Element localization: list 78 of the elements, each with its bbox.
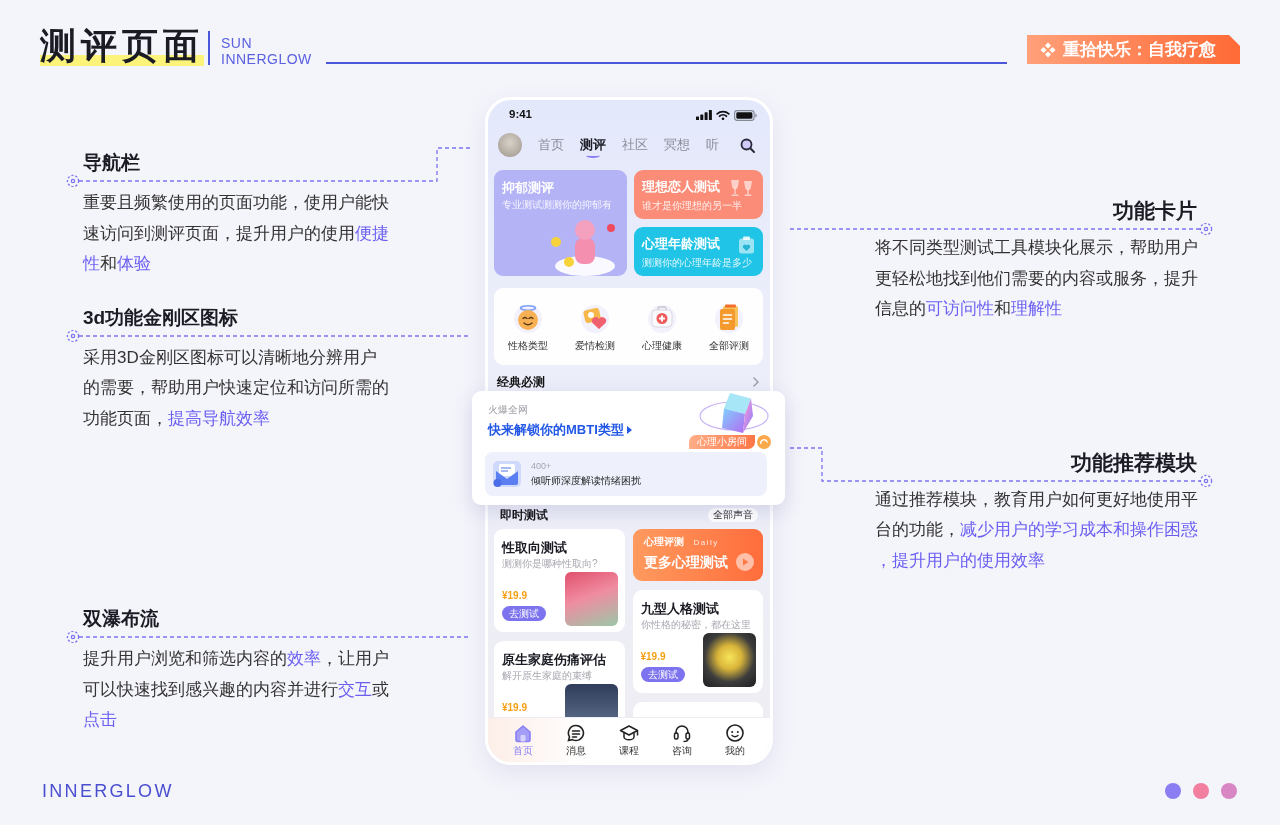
annotation-title: 双瀑布流 bbox=[83, 607, 159, 631]
view-all-button[interactable]: 全部声音 bbox=[708, 508, 758, 522]
recommend-title: 快来解锁你的MBTI类型 bbox=[488, 421, 624, 438]
banner-title: 理想恋人测试 bbox=[642, 179, 720, 195]
start-test-button[interactable]: 去测试 bbox=[640, 667, 685, 682]
section-title: 经典必测 bbox=[497, 375, 545, 390]
home-icon bbox=[512, 723, 533, 743]
test-card[interactable]: 性取向测试 测测你是哪种性取向? ¥19.9 去测试 bbox=[494, 529, 625, 632]
tab-bar-item[interactable]: 消息 bbox=[555, 723, 596, 757]
tab-bar-item[interactable]: 我的 bbox=[715, 723, 756, 757]
tab-bar-item[interactable]: 课程 bbox=[608, 723, 649, 757]
start-test-button[interactable]: 去测试 bbox=[502, 606, 546, 621]
heart-card-icon bbox=[579, 303, 610, 333]
annotation-text: 通过推荐模块，教育用户如何更好地使用平台的功能，减少用户的学习成本和操作困惑，提升用户的使用效率 bbox=[875, 488, 1199, 572]
document-icon bbox=[714, 303, 745, 333]
slogan-text: 重拾快乐：自我疗愈 bbox=[1063, 38, 1216, 61]
image-placeholder bbox=[564, 572, 618, 626]
listener-count: 400+ bbox=[531, 460, 553, 472]
emblem-icon bbox=[757, 435, 771, 449]
test-subtitle: 测测你是哪种性取向? bbox=[502, 557, 599, 570]
caret-right-icon bbox=[626, 425, 632, 434]
signal-icon bbox=[696, 110, 712, 120]
first-aid-kit-icon bbox=[647, 303, 678, 333]
battery-icon bbox=[734, 109, 757, 121]
annotation-title: 导航栏 bbox=[83, 151, 140, 175]
quick-entry[interactable]: 爱情检测 bbox=[561, 303, 629, 352]
promo-label: 心理评测 bbox=[643, 536, 684, 548]
footer-brand: INNERGLOW bbox=[42, 780, 174, 802]
envelope-icon bbox=[491, 459, 523, 489]
image-placeholder bbox=[703, 633, 756, 687]
promo-title: 更多心理测试 bbox=[643, 553, 728, 572]
banner-subtitle: 谁才是你理想的另一半 bbox=[642, 199, 743, 212]
annotation-text: 采用3D金刚区图标可以清晰地分辨用户的需要，帮助用户快速定位和访问所需的功能页面，提高导航效率 bbox=[83, 346, 390, 430]
brand-subtitle: INNERGLOW bbox=[221, 51, 312, 67]
price-text: ¥19.9 bbox=[502, 701, 528, 714]
test-title: 性取向测试 bbox=[502, 539, 568, 557]
graduation-cap-icon bbox=[618, 723, 639, 743]
quick-entry[interactable]: 心理健康 bbox=[628, 303, 696, 352]
recommend-card[interactable]: 火爆全网 快来解锁你的MBTI类型 心理小房间 400+ 倾听师深度解读情绪困扰 bbox=[472, 391, 785, 505]
headset-icon bbox=[672, 723, 693, 743]
smiley-icon bbox=[725, 723, 746, 743]
test-card[interactable]: 九型人格测试 你性格的秘密，都在这里 ¥19.9 去测试 bbox=[632, 590, 763, 693]
test-subtitle: 解开原生家庭的束缚 bbox=[502, 669, 593, 682]
diamond-cluster-icon bbox=[1040, 41, 1056, 58]
banner-title: 抑郁测评 bbox=[502, 180, 555, 196]
annotation-title: 3d功能金刚区图标 bbox=[83, 305, 239, 330]
recommend-eyebrow: 火爆全网 bbox=[488, 403, 529, 416]
play-icon[interactable] bbox=[736, 553, 754, 571]
chevron-right-icon[interactable] bbox=[752, 376, 760, 388]
annotation-text: 提升用户浏览和筛选内容的效率，让用户可以快速找到感兴趣的内容并进行交互或点击 bbox=[83, 648, 390, 731]
search-icon[interactable] bbox=[740, 137, 755, 153]
chat-bubble-icon bbox=[565, 723, 586, 743]
price-text: ¥19.9 bbox=[640, 650, 666, 663]
banner-title: 心理年龄测试 bbox=[642, 236, 720, 252]
test-title: 原生家庭伤痛评估 bbox=[502, 651, 607, 669]
annotation-text: 将不同类型测试工具模块化展示，帮助用户更轻松地找到他们需要的内容或服务，提升信息的可访问性和理解性 bbox=[875, 237, 1199, 320]
status-time: 9:41 bbox=[509, 107, 533, 123]
quick-entry[interactable]: 全部评测 bbox=[695, 303, 763, 352]
banner-subtitle: 测测你的心理年龄是多少 bbox=[642, 256, 753, 269]
nav-tab[interactable]: 测评 bbox=[580, 137, 606, 158]
price-text: ¥19.9 bbox=[502, 589, 528, 602]
brand-subtitle: SUN bbox=[221, 35, 254, 51]
annotation-title: 功能卡片 bbox=[1113, 198, 1197, 224]
listener-description: 倾听师深度解读情绪困扰 bbox=[531, 473, 641, 488]
smiley-halo-icon bbox=[512, 303, 543, 333]
test-subtitle: 你性格的秘密，都在这里 bbox=[640, 618, 752, 631]
wine-glasses-icon bbox=[729, 179, 755, 197]
tab-bar-item[interactable]: 咨询 bbox=[662, 723, 703, 757]
promo-note: Daily bbox=[693, 537, 719, 549]
annotation-text: 重要且频繁使用的页面功能，使用户能快速访问到测评页面，提升用户的使用便捷性和体验 bbox=[83, 192, 390, 275]
annotation-title: 功能推荐模块 bbox=[1071, 449, 1197, 476]
test-title: 九型人格测试 bbox=[640, 600, 720, 618]
wifi-icon bbox=[716, 110, 730, 120]
section-title: 即时测试 bbox=[500, 508, 548, 523]
test-card[interactable]: 原生家庭伤痛评估 解开原生家庭的束缚 ¥19.9 bbox=[494, 641, 625, 717]
listener-panel[interactable]: 400+ 倾听师深度解读情绪困扰 bbox=[485, 452, 767, 496]
quick-entry[interactable]: 性格类型 bbox=[494, 303, 562, 352]
avatar[interactable] bbox=[498, 133, 522, 157]
